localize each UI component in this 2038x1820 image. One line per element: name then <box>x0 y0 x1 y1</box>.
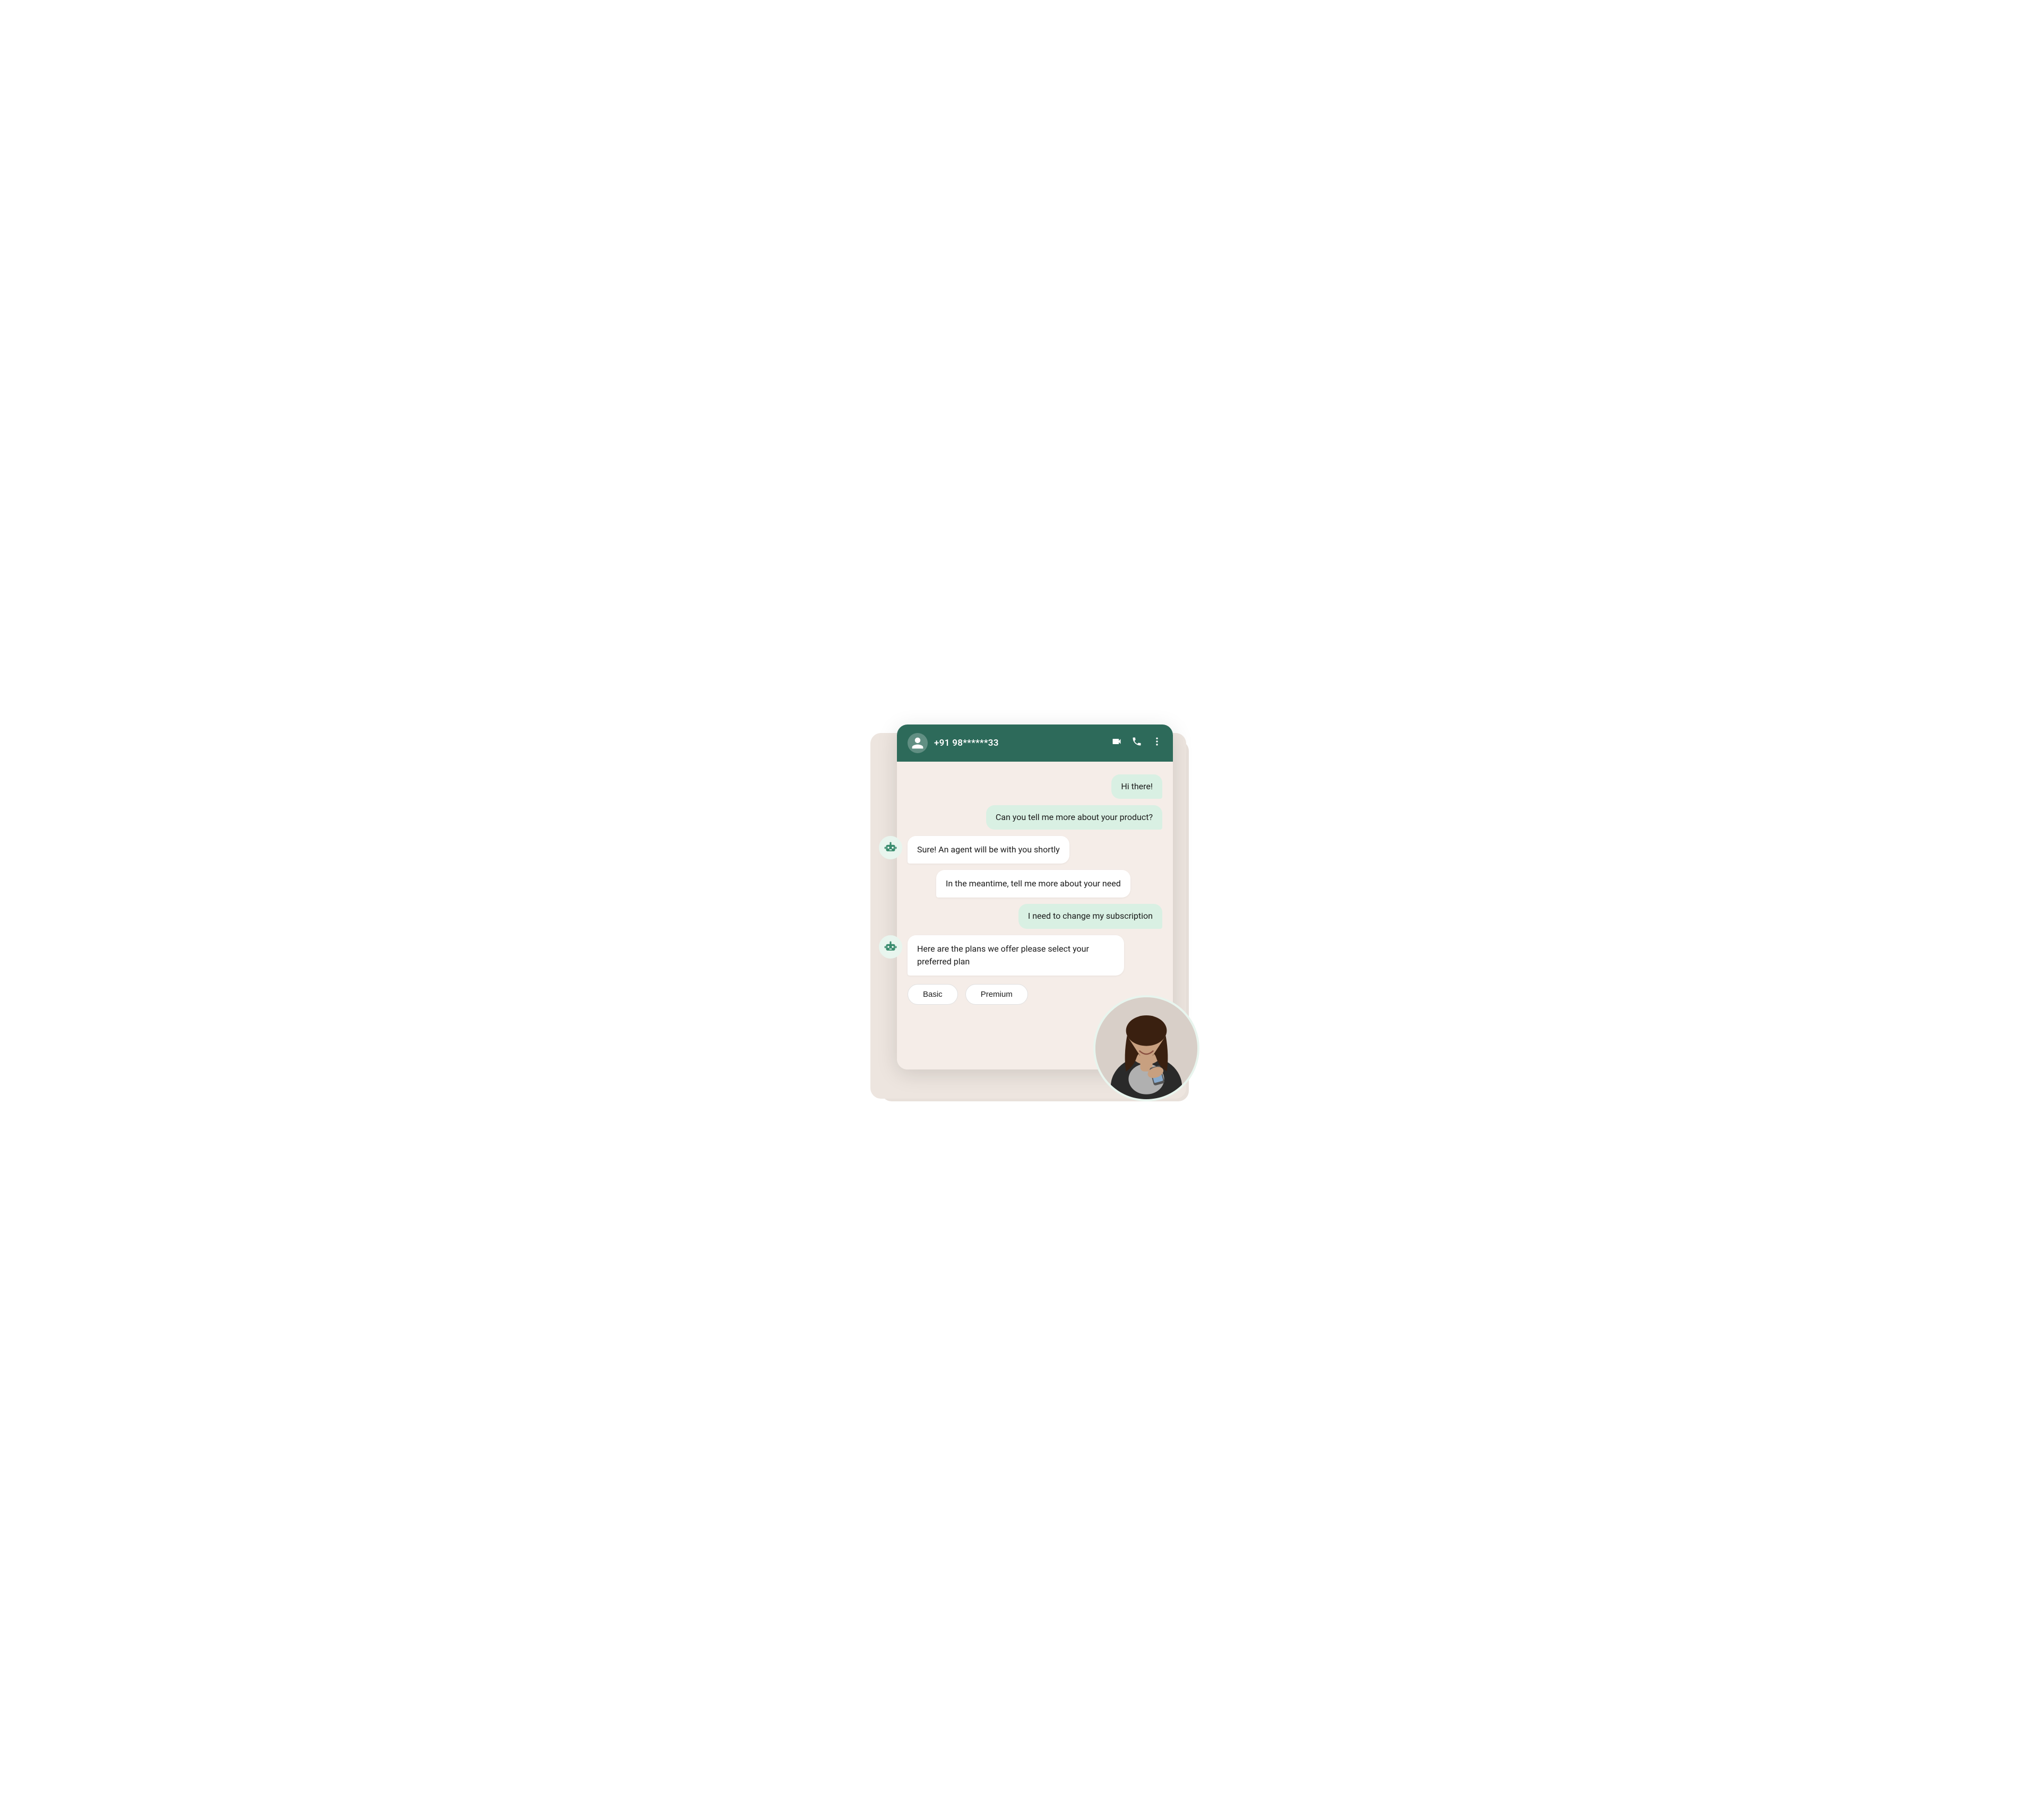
phone-call-icon[interactable] <box>1132 736 1142 749</box>
quick-reply-basic[interactable]: Basic <box>908 984 958 1005</box>
person-image <box>1093 995 1199 1101</box>
header-icons <box>1111 736 1162 749</box>
message-row-plans: Here are the plans we offer please selec… <box>908 935 1162 976</box>
person-illustration <box>1095 997 1197 1099</box>
video-call-icon[interactable] <box>1111 736 1122 749</box>
message-meantime: In the meantime, tell me more about your… <box>936 870 1130 898</box>
more-options-icon[interactable] <box>1152 736 1162 749</box>
message-row-meantime: In the meantime, tell me more about your… <box>908 870 1162 898</box>
contact-avatar-icon <box>908 733 928 753</box>
message-plans: Here are the plans we offer please selec… <box>908 935 1124 976</box>
message-hi-there: Hi there! <box>1111 774 1162 799</box>
bot-avatar-plans <box>879 935 902 959</box>
message-tell-more: Can you tell me more about your product? <box>986 805 1162 830</box>
contact-name: +91 98******33 <box>934 738 1105 748</box>
scene-container: +91 98******33 <box>854 724 1184 1096</box>
quick-reply-premium[interactable]: Premium <box>965 984 1028 1005</box>
message-change-subscription: I need to change my subscription <box>1018 904 1162 928</box>
bot-avatar-sure <box>879 836 902 859</box>
chat-header: +91 98******33 <box>897 724 1173 762</box>
message-row-sure: Sure! An agent will be with you shortly <box>908 836 1162 864</box>
message-sure-agent: Sure! An agent will be with you shortly <box>908 836 1069 864</box>
